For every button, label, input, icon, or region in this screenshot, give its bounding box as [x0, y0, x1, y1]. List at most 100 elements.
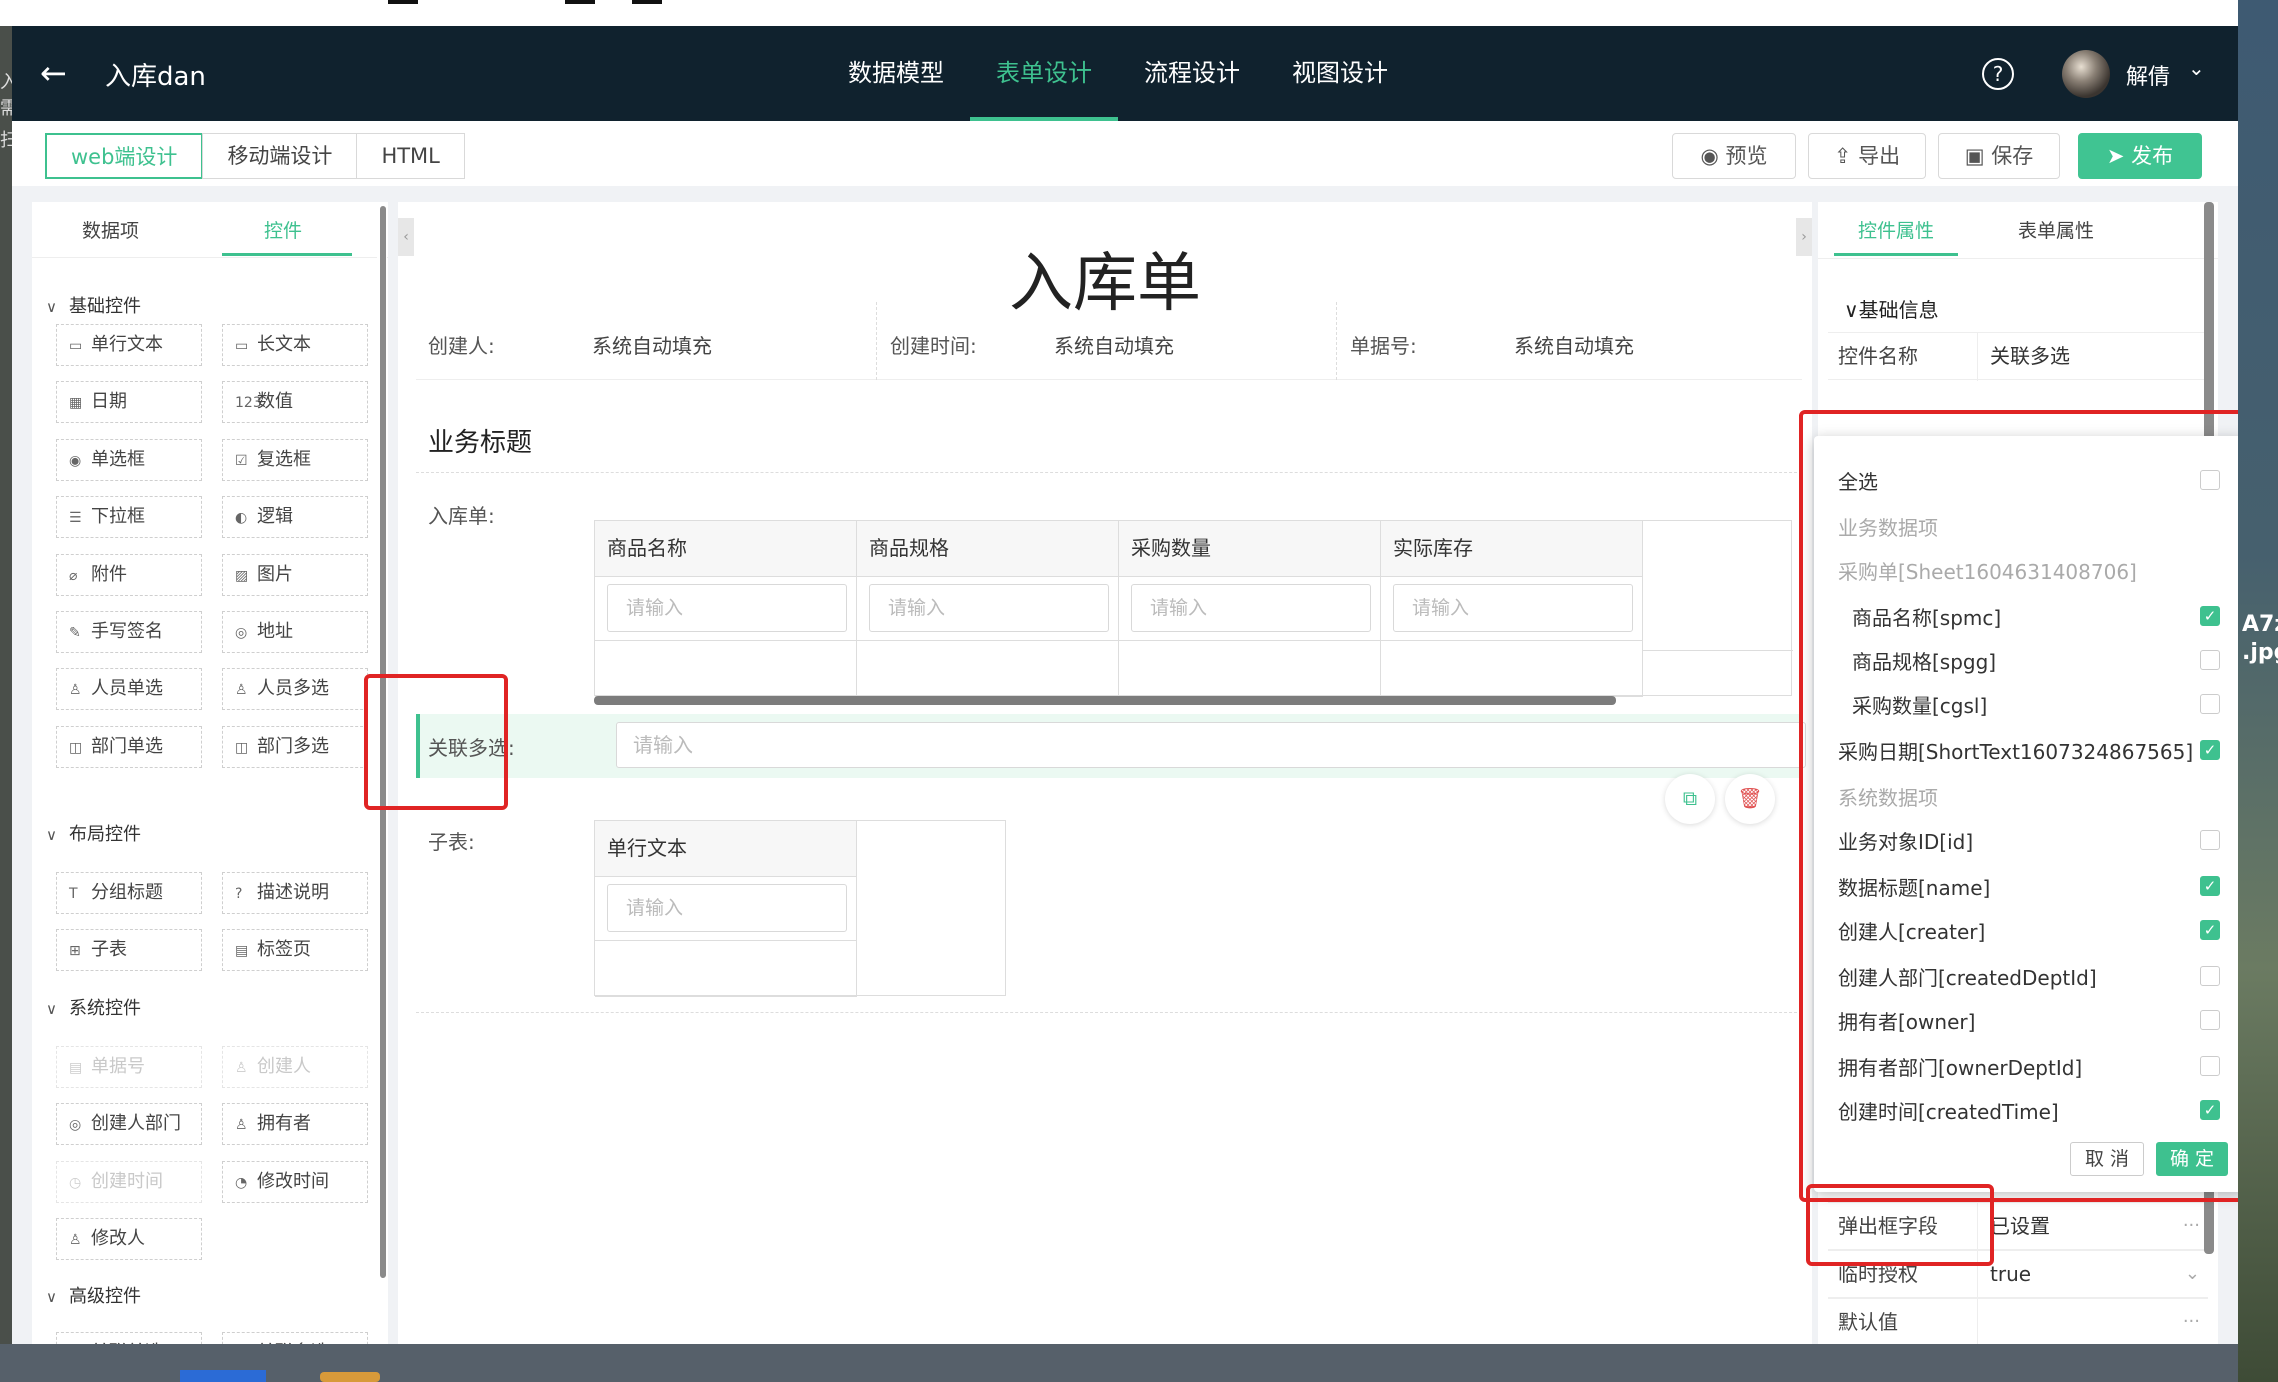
nav-form-design[interactable]: 表单设计 — [970, 26, 1118, 121]
control-item[interactable]: ◷ 创建时间 — [56, 1160, 202, 1203]
control-item[interactable]: ▤ 单据号 — [56, 1046, 202, 1088]
control-item[interactable]: ◎ 地址 — [222, 611, 368, 653]
control-item[interactable]: ✎ 手写签名 — [56, 611, 202, 653]
nav-view-design[interactable]: 视图设计 — [1266, 26, 1414, 121]
control-item[interactable]: ♙ 人员多选 — [222, 668, 368, 711]
field-option-label[interactable]: 全选 — [1838, 466, 1878, 495]
publish-button[interactable]: ➤ 发布 — [2078, 133, 2202, 179]
checkbox[interactable]: ✓ — [2200, 740, 2220, 760]
section-layout-controls[interactable]: ∨ 布局控件 — [46, 820, 141, 846]
field-option-label[interactable]: 创建时间[createdTime] — [1838, 1096, 2059, 1125]
prop-value[interactable]: 关联多选 — [1990, 333, 2070, 379]
field-option-label[interactable]: 创建人[creater] — [1838, 916, 1985, 945]
tab-mobile-design[interactable]: 移动端设计 — [202, 133, 358, 179]
control-item[interactable]: ◐ 逻辑 — [222, 496, 368, 539]
help-icon[interactable]: ? — [1982, 58, 2014, 90]
control-item[interactable]: ◎ 创建人部门 — [56, 1103, 202, 1146]
control-item[interactable]: ? 描述说明 — [222, 872, 368, 914]
user-name[interactable]: 解倩 — [2126, 59, 2170, 91]
tab-form-properties[interactable]: 表单属性 — [2018, 216, 2094, 243]
control-item[interactable]: ♙ 拥有者 — [222, 1103, 368, 1146]
trash-icon[interactable]: 🗑 — [1725, 774, 1775, 824]
multi-relation-field[interactable]: 关联多选: 请输入 — [416, 714, 1806, 778]
copy-icon[interactable]: ⧉ — [1665, 774, 1715, 824]
section-advanced-controls[interactable]: ∨ 高级控件 — [46, 1282, 141, 1308]
nav-data-model[interactable]: 数据模型 — [822, 26, 970, 121]
control-item[interactable]: ◔ 修改时间 — [222, 1160, 368, 1203]
prop-control-name[interactable]: 控件名称 关联多选 — [1828, 332, 2208, 381]
checkbox[interactable] — [2200, 830, 2220, 850]
dock-item[interactable] — [180, 1370, 266, 1382]
checkbox[interactable]: ✓ — [2200, 876, 2220, 896]
checkbox[interactable]: ✓ — [2200, 606, 2220, 626]
section-system-controls[interactable]: ∨ 系统控件 — [46, 994, 141, 1020]
control-item[interactable]: ♙ 人员单选 — [56, 668, 202, 711]
checkbox[interactable] — [2200, 470, 2220, 490]
desktop-file-label[interactable]: A7z — [2242, 612, 2278, 637]
cancel-button[interactable]: 取 消 — [2070, 1142, 2144, 1176]
field-option-label[interactable]: 创建人部门[createdDeptId] — [1838, 962, 2097, 991]
multi-relation-input[interactable]: 请输入 — [616, 722, 1806, 768]
control-item[interactable]: ◫ 部门多选 — [222, 725, 368, 768]
control-item[interactable]: ▦ 日期 — [56, 381, 202, 424]
section-basic-controls[interactable]: ∨ 基础控件 — [46, 292, 141, 318]
control-item[interactable]: ◫ 部门单选 — [56, 725, 202, 768]
checkbox[interactable]: ✓ — [2200, 1100, 2220, 1120]
field-option-label[interactable]: 商品名称[spmc] — [1852, 602, 2001, 631]
control-item[interactable]: ▤关联多选 — [222, 1332, 368, 1344]
prop-temp-auth[interactable]: 临时授权 true ⌄ — [1828, 1250, 2208, 1299]
control-item[interactable]: ▤关联单选 — [56, 1332, 202, 1344]
table-scrollbar[interactable] — [594, 696, 1616, 705]
checkbox[interactable]: ✓ — [2200, 920, 2220, 940]
preview-button[interactable]: ◉ 预览 — [1672, 133, 1796, 179]
field-option-label[interactable]: 数据标题[name] — [1838, 872, 1990, 901]
checkbox[interactable] — [2200, 650, 2220, 670]
desktop-file-label[interactable]: .jpg — [2242, 640, 2278, 665]
more-icon[interactable]: ··· — [2183, 1203, 2200, 1249]
dock-item[interactable] — [320, 1372, 380, 1382]
field-option-label[interactable]: 采购数量[cgsl] — [1852, 690, 1987, 719]
basic-info-section[interactable]: ∨基础信息 — [1844, 294, 1939, 323]
field-option-label[interactable]: 采购日期[ShortText1607324867565] — [1838, 736, 2193, 765]
prop-default-value[interactable]: 默认值 ··· — [1828, 1298, 2208, 1344]
more-icon[interactable]: ··· — [2183, 1299, 2200, 1344]
export-button[interactable]: ⇪ 导出 — [1808, 133, 1926, 179]
checkbox[interactable] — [2200, 1010, 2220, 1030]
field-option-label[interactable]: 商品规格[spgg] — [1852, 646, 1996, 675]
avatar[interactable] — [2062, 50, 2110, 98]
prop-popup-fields[interactable]: 弹出框字段 已设置 ··· — [1828, 1202, 2208, 1251]
field-option-label[interactable]: 业务对象ID[id] — [1838, 826, 1973, 855]
control-item[interactable]: ☰ 下拉框 — [56, 496, 202, 539]
prop-value[interactable]: true — [1990, 1251, 2031, 1297]
field-option-label[interactable]: 拥有者[owner] — [1838, 1006, 1975, 1035]
back-arrow-icon[interactable]: ← — [40, 54, 67, 92]
tab-html[interactable]: HTML — [356, 133, 465, 179]
scrollbar-thumb[interactable] — [380, 206, 386, 1278]
checkbox[interactable] — [2200, 966, 2220, 986]
control-item[interactable]: T 分组标题 — [56, 872, 202, 914]
control-item[interactable]: ▭ 长文本 — [222, 324, 368, 366]
prop-value[interactable]: 已设置 — [1990, 1203, 2050, 1249]
control-item[interactable]: ⌀ 附件 — [56, 553, 202, 596]
chevron-down-icon[interactable]: ⌄ — [2185, 1251, 2200, 1297]
control-item[interactable]: 123数值 — [222, 381, 368, 424]
control-item[interactable]: ♙ 创建人 — [222, 1046, 368, 1088]
control-item[interactable]: ▨ 图片 — [222, 553, 368, 596]
checkbox[interactable] — [2200, 694, 2220, 714]
control-item[interactable]: ▭ 单行文本 — [56, 324, 202, 366]
left-scrollbar[interactable] — [377, 202, 387, 1344]
control-item[interactable]: ▤ 标签页 — [222, 929, 368, 972]
control-item[interactable]: ♙ 修改人 — [56, 1218, 202, 1261]
field-option-label[interactable]: 拥有者部门[ownerDeptId] — [1838, 1052, 2082, 1081]
control-item[interactable]: ⊞ 子表 — [56, 929, 202, 972]
tab-control-properties[interactable]: 控件属性 — [1858, 216, 1934, 243]
chevron-down-icon[interactable]: ⌄ — [2188, 56, 2205, 80]
tab-data-items[interactable]: 数据项 — [82, 216, 139, 243]
checkbox[interactable] — [2200, 1056, 2220, 1076]
control-item[interactable]: ☑ 复选框 — [222, 438, 368, 481]
tab-controls[interactable]: 控件 — [264, 216, 302, 243]
nav-flow-design[interactable]: 流程设计 — [1118, 26, 1266, 121]
save-button[interactable]: ▣ 保存 — [1938, 133, 2060, 179]
tab-web-design[interactable]: web端设计 — [45, 133, 204, 179]
control-item[interactable]: ◉ 单选框 — [56, 438, 202, 481]
